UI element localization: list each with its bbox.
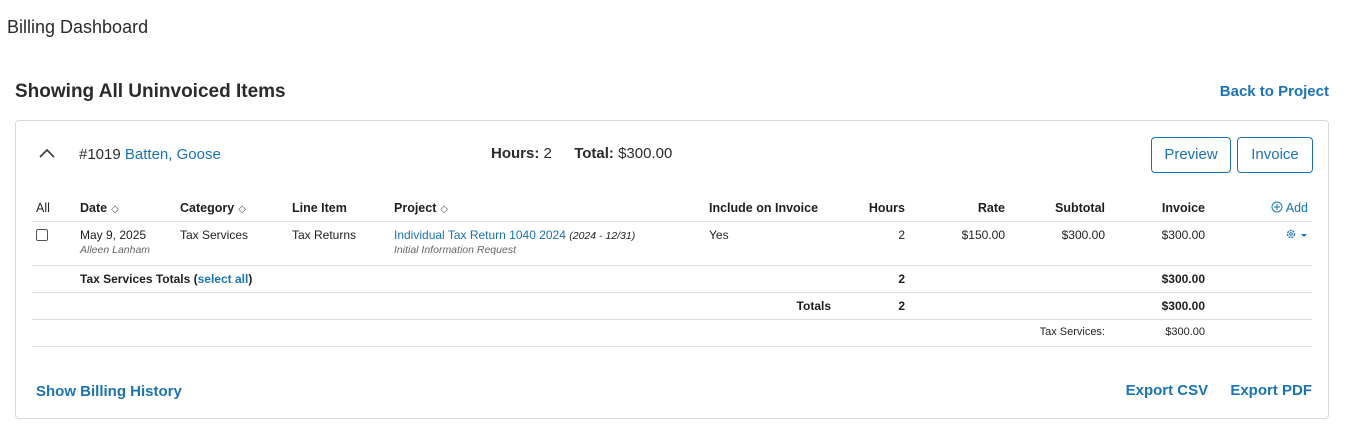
- hours-label: Hours:: [491, 145, 540, 162]
- row-invoice: $300.00: [1109, 221, 1209, 266]
- col-category-label: Category: [180, 200, 235, 215]
- client-number: #1019: [79, 146, 121, 163]
- row-hours: 2: [835, 221, 909, 266]
- category-totals-invoice: $300.00: [1109, 265, 1209, 293]
- row-user: Alleen Lanham: [80, 243, 151, 256]
- row-subtotal: $300.00: [1009, 221, 1109, 266]
- col-hours: Hours: [835, 195, 909, 222]
- col-project[interactable]: Project ◇: [390, 195, 705, 222]
- totals-hours: 2: [835, 292, 909, 320]
- col-invoice: Invoice: [1109, 195, 1209, 222]
- col-line-item: Line Item: [288, 195, 390, 222]
- col-project-label: Project: [394, 200, 437, 215]
- export-links: Export CSV Export PDF: [1108, 382, 1312, 399]
- row-project-range: (2024 - 12/31): [569, 229, 636, 242]
- preview-button[interactable]: Preview: [1151, 137, 1231, 173]
- category-totals-label: Tax Services Totals: [80, 271, 191, 286]
- add-label: Add: [1285, 200, 1308, 215]
- row-checkbox[interactable]: [36, 228, 48, 241]
- select-all-link[interactable]: All: [32, 195, 76, 222]
- sort-icon: ◇: [111, 203, 119, 215]
- total-value: $300.00: [618, 145, 673, 162]
- row-actions[interactable]: [1209, 221, 1312, 266]
- hours-value: 2: [543, 145, 552, 162]
- totals-row: Totals 2 $300.00: [32, 292, 1312, 320]
- row-checkbox-cell: [32, 221, 76, 266]
- row-date: May 9, 2025: [80, 227, 147, 242]
- table-row: May 9, 2025 Alleen Lanham Tax Services T…: [32, 221, 1312, 266]
- col-subtotal: Subtotal: [1009, 195, 1109, 222]
- table-header-row: All Date ◇ Category ◇ Line Item Project ◇ I…: [32, 195, 1312, 222]
- plus-circle-icon: [1271, 201, 1283, 213]
- billing-items-table: All Date ◇ Category ◇ Line Item Project ◇ I…: [32, 195, 1312, 347]
- export-pdf-link[interactable]: Export PDF: [1230, 382, 1312, 399]
- col-date-label: Date: [80, 200, 108, 215]
- gear-icon[interactable]: [1285, 228, 1297, 240]
- caret-down-icon[interactable]: [1300, 231, 1308, 239]
- breakdown-label: Tax Services:: [1009, 319, 1109, 347]
- col-include: Include on Invoice: [705, 195, 835, 222]
- client-name-link[interactable]: Batten, Goose: [125, 146, 221, 163]
- client-summary: Hours: 2 Total: $300.00: [491, 145, 672, 162]
- back-to-project-link[interactable]: Back to Project: [1220, 83, 1329, 100]
- row-project-link[interactable]: Individual Tax Return 1040 2024: [394, 228, 566, 242]
- page-heading: Showing All Uninvoiced Items: [15, 81, 286, 102]
- category-totals-label-cell: Tax Services Totals (select all): [76, 265, 835, 293]
- select-all-category-link[interactable]: select all: [198, 272, 249, 286]
- category-totals-row: Tax Services Totals (select all) 2 $300.…: [32, 265, 1312, 293]
- invoice-button[interactable]: Invoice: [1237, 137, 1313, 173]
- totals-invoice: $300.00: [1109, 292, 1209, 320]
- row-project-cell: Individual Tax Return 1040 2024 (2024 - …: [390, 221, 705, 266]
- client-header: #1019 Batten, Goose: [79, 146, 221, 163]
- sort-icon: ◇: [440, 203, 449, 215]
- totals-label: Totals: [705, 292, 835, 320]
- row-line-item: Tax Returns: [288, 221, 390, 266]
- breakdown-value: $300.00: [1109, 319, 1209, 347]
- add-button[interactable]: Add: [1209, 195, 1312, 222]
- col-rate: Rate: [909, 195, 1009, 222]
- col-category[interactable]: Category ◇: [176, 195, 288, 222]
- sort-icon: ◇: [238, 203, 246, 215]
- row-category: Tax Services: [176, 221, 288, 266]
- row-rate: $150.00: [909, 221, 1009, 266]
- client-billing-card: #1019 Batten, Goose Hours: 2 Total: $300…: [15, 120, 1329, 419]
- total-label: Total:: [574, 145, 614, 162]
- chevron-up-icon[interactable]: [38, 146, 56, 160]
- breakdown-row: Tax Services: $300.00: [32, 319, 1312, 347]
- row-include: Yes: [705, 221, 835, 266]
- col-date[interactable]: Date ◇: [76, 195, 176, 222]
- export-csv-link[interactable]: Export CSV: [1126, 382, 1209, 399]
- app-title: Billing Dashboard: [7, 17, 149, 37]
- row-project-sub: Initial Information Request: [394, 243, 516, 256]
- category-totals-hours: 2: [835, 265, 909, 293]
- show-billing-history-link[interactable]: Show Billing History: [36, 383, 182, 400]
- row-date-cell: May 9, 2025 Alleen Lanham: [76, 221, 176, 266]
